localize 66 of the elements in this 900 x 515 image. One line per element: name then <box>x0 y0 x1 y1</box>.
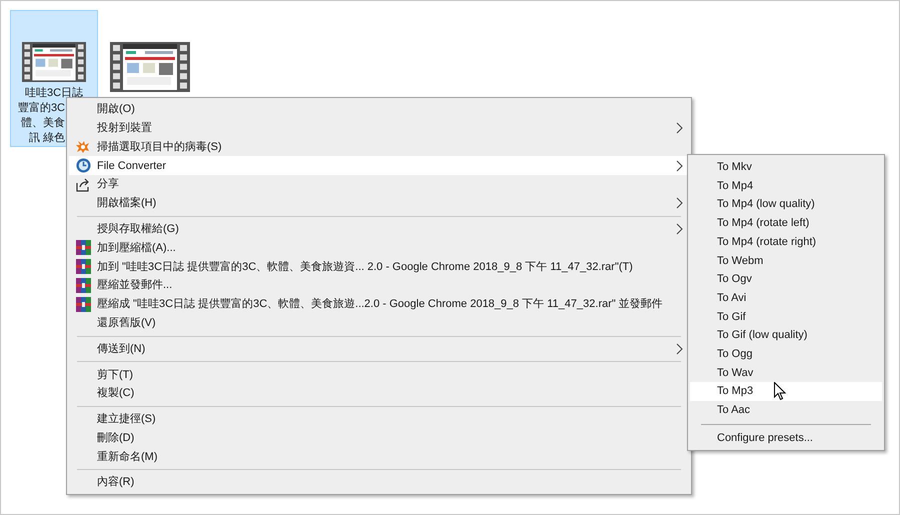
menu-item[interactable]: 重新命名(M) <box>69 448 689 466</box>
archive-icon <box>76 296 90 312</box>
menu-item[interactable]: 壓縮成 "哇哇3C日誌 提供豐富的3C、軟體、美食旅遊...2.0 - Google Chrome 2018_9_8 下午 11_47_32.rar" 並發郵件 <box>69 294 689 314</box>
menu-item[interactable]: 開啟檔案(H) <box>69 194 689 213</box>
menu-item-label: 加到 "哇哇3C日誌 提供豐富的3C、軟體、美食旅遊資... 2.0 - Google Chrome 2018_9_8 下午 11_47_32.rar"(T) <box>97 260 634 275</box>
splat-icon <box>76 140 90 154</box>
menu-item-label: 壓縮並發郵件... <box>97 278 174 294</box>
menu-item[interactable]: 還原舊版(V) <box>69 314 689 333</box>
menu-item[interactable]: 剪下(T) <box>69 365 689 384</box>
menu-item[interactable]: To Gif <box>690 308 882 326</box>
menu-item[interactable]: 建立捷徑(S) <box>69 410 689 429</box>
archive-icon <box>76 278 90 294</box>
share-icon <box>76 178 90 192</box>
menu-item[interactable]: To Gif (low quality) <box>690 326 882 345</box>
menu-item[interactable]: 授與存取權給(G) <box>69 220 689 239</box>
menu-item[interactable]: To Webm <box>690 251 882 270</box>
menu-item-label: 授與存取權給(G) <box>97 222 180 237</box>
menu-item[interactable]: To Aac <box>690 400 882 420</box>
menu-item[interactable]: To Wav <box>690 364 882 382</box>
menu-item-label: 還原舊版(V) <box>97 316 157 331</box>
menu-item[interactable]: To Mkv <box>690 158 882 177</box>
file-name: 哇哇3C日誌 <box>24 86 84 101</box>
menu-item[interactable]: 加到 "哇哇3C日誌 提供豐富的3C、軟體、美食旅遊資... 2.0 - Google Chrome 2018_9_8 下午 11_47_32.rar"(T) <box>69 257 689 276</box>
menu-item[interactable]: 壓縮並發郵件... <box>69 276 689 295</box>
menu-item-label: 重新命名(M) <box>97 450 158 465</box>
mouse-pointer-icon <box>774 382 786 401</box>
menu-item[interactable]: 分享 <box>69 175 689 194</box>
menu-item[interactable]: 內容(R) <box>69 473 689 492</box>
menu-item-label: 傳送到(N) <box>97 342 146 357</box>
menu-item-label: 剪下(T) <box>97 368 134 382</box>
menu-item-label: 掃描選取項目中的病毒(S) <box>97 140 223 155</box>
menu-item[interactable]: To Mp4 (low quality) <box>690 195 882 214</box>
menu-item-label: 開啟檔案(H) <box>97 196 158 212</box>
video-file-icon <box>110 42 190 92</box>
menu-item[interactable]: 投射到裝置 <box>69 118 689 138</box>
menu-item[interactable]: To Avi <box>690 288 882 308</box>
menu-item[interactable]: To Ogg <box>690 344 882 364</box>
archive-icon <box>76 259 90 274</box>
menu-item[interactable]: 開啟(O) <box>69 100 689 119</box>
menu-item[interactable]: To Ogv <box>690 270 882 289</box>
menu-item-label: 分享 <box>97 176 120 192</box>
menu-item-label: 刪除(D) <box>97 430 136 446</box>
menu-item[interactable]: 掃描選取項目中的病毒(S) <box>69 138 689 156</box>
menu-item-label: 加到壓縮檔(A)... <box>97 240 177 256</box>
menu-item-label: 投射到裝置 <box>97 120 153 136</box>
menu-item-label: 內容(R) <box>97 474 136 490</box>
menu-item[interactable]: To Mp4 <box>690 176 882 196</box>
archive-icon <box>76 240 90 256</box>
menu-item[interactable]: 複製(C) <box>69 384 689 403</box>
menu-item[interactable]: To Mp4 (rotate right) <box>690 232 882 252</box>
menu-item[interactable]: 加到壓縮檔(A)... <box>69 238 689 258</box>
menu-item[interactable]: Configure presets... <box>690 428 882 448</box>
menu-item[interactable]: To Mp4 (rotate left) <box>690 214 882 233</box>
menu-item-label: File Converter <box>97 158 168 174</box>
menu-item-label: 建立捷徑(S) <box>97 412 157 428</box>
menu-item[interactable]: To Mp3 <box>690 382 882 401</box>
menu-item[interactable]: File Converter <box>69 156 689 176</box>
converter-icon <box>76 158 90 174</box>
menu-item-label: 複製(C) <box>97 386 136 402</box>
menu-item[interactable]: 刪除(D) <box>69 428 689 448</box>
menu-item-label: 開啟(O) <box>97 102 136 118</box>
menu-item-label: 壓縮成 "哇哇3C日誌 提供豐富的3C、軟體、美食旅遊...2.0 - Google Chrome 2018_9_8 下午 11_47_32.rar" 並發郵件 <box>97 296 664 312</box>
file-name: 訊 綠色 <box>28 131 65 146</box>
menu-item[interactable]: 傳送到(N) <box>69 340 689 358</box>
file-name: 體、美食 <box>21 116 65 131</box>
file-name: 豐富的3C <box>18 101 65 116</box>
